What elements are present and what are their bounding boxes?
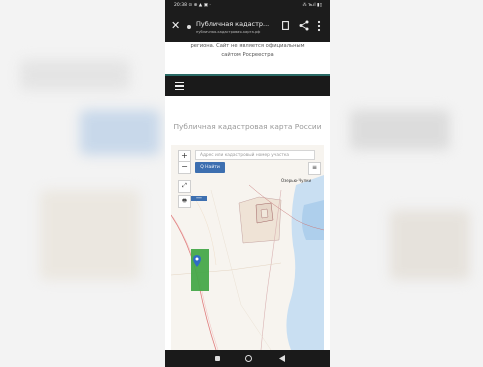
map-canvas[interactable]: [171, 145, 324, 350]
site-nav-bar: [165, 76, 330, 96]
find-button[interactable]: Q Найти: [195, 162, 225, 173]
tab-url[interactable]: публичная-кадастровая-карта.рф: [196, 30, 260, 34]
hamburger-icon[interactable]: [175, 82, 184, 90]
disclaimer-notice: региона. Сайт не является официальным са…: [169, 42, 326, 59]
layers-button[interactable]: ≡: [308, 162, 321, 175]
back-icon[interactable]: [279, 355, 285, 362]
place-label: Озерью-Чулки: [281, 178, 312, 183]
site-info-icon[interactable]: [187, 25, 191, 29]
blur-blob: [80, 110, 160, 155]
close-icon[interactable]: ✕: [171, 19, 180, 33]
blurred-background-right: [330, 0, 483, 367]
blurred-background-left: [0, 0, 165, 367]
blur-blob: [40, 190, 140, 280]
page-title: Публичная кадастровая карта России: [173, 122, 322, 131]
search-input[interactable]: Адрес или кадастровый номер участка: [195, 150, 315, 160]
disclaimer-line: региона. Сайт не является официальным: [190, 43, 305, 49]
scale-badge: ━━━: [191, 196, 207, 201]
fullscreen-button[interactable]: ⤢: [178, 180, 191, 193]
status-bar: 20:38 ⊙ ⊕ ▲ ▣ · ⁂ ℡ıl ▮▯: [165, 0, 330, 12]
home-button[interactable]: [245, 355, 252, 362]
blur-blob: [390, 210, 470, 280]
status-time-text: 20:38: [174, 3, 187, 8]
disclaimer-line: сайтом Росреестра: [221, 51, 274, 58]
browser-toolbar: ✕ Публичная кадастр... публичная-кадастр…: [165, 12, 330, 42]
zoom-out-button[interactable]: −: [178, 161, 191, 174]
share-icon[interactable]: [299, 20, 309, 31]
status-time: 20:38 ⊙ ⊕ ▲ ▣ ·: [174, 0, 211, 12]
cadastral-map[interactable]: + − ⤢ 🖶 Адрес или кадастровый номер учас…: [171, 145, 324, 350]
bookmark-icon[interactable]: [282, 21, 289, 30]
blur-blob: [350, 110, 450, 150]
recents-button[interactable]: [215, 356, 220, 361]
tab-title[interactable]: Публичная кадастр...: [196, 20, 269, 28]
more-icon[interactable]: [317, 20, 321, 32]
phone-screen: 20:38 ⊙ ⊕ ▲ ▣ · ⁂ ℡ıl ▮▯ ✕ Публичная кад…: [165, 0, 330, 367]
blur-blob: [20, 60, 130, 90]
print-button[interactable]: 🖶: [178, 195, 191, 208]
status-icons: ⊙ ⊕ ▲ ▣ ·: [188, 3, 211, 8]
status-right: ⁂ ℡ıl ▮▯: [302, 3, 322, 8]
system-nav-bar: [165, 350, 330, 367]
map-marker-icon[interactable]: [193, 255, 201, 267]
